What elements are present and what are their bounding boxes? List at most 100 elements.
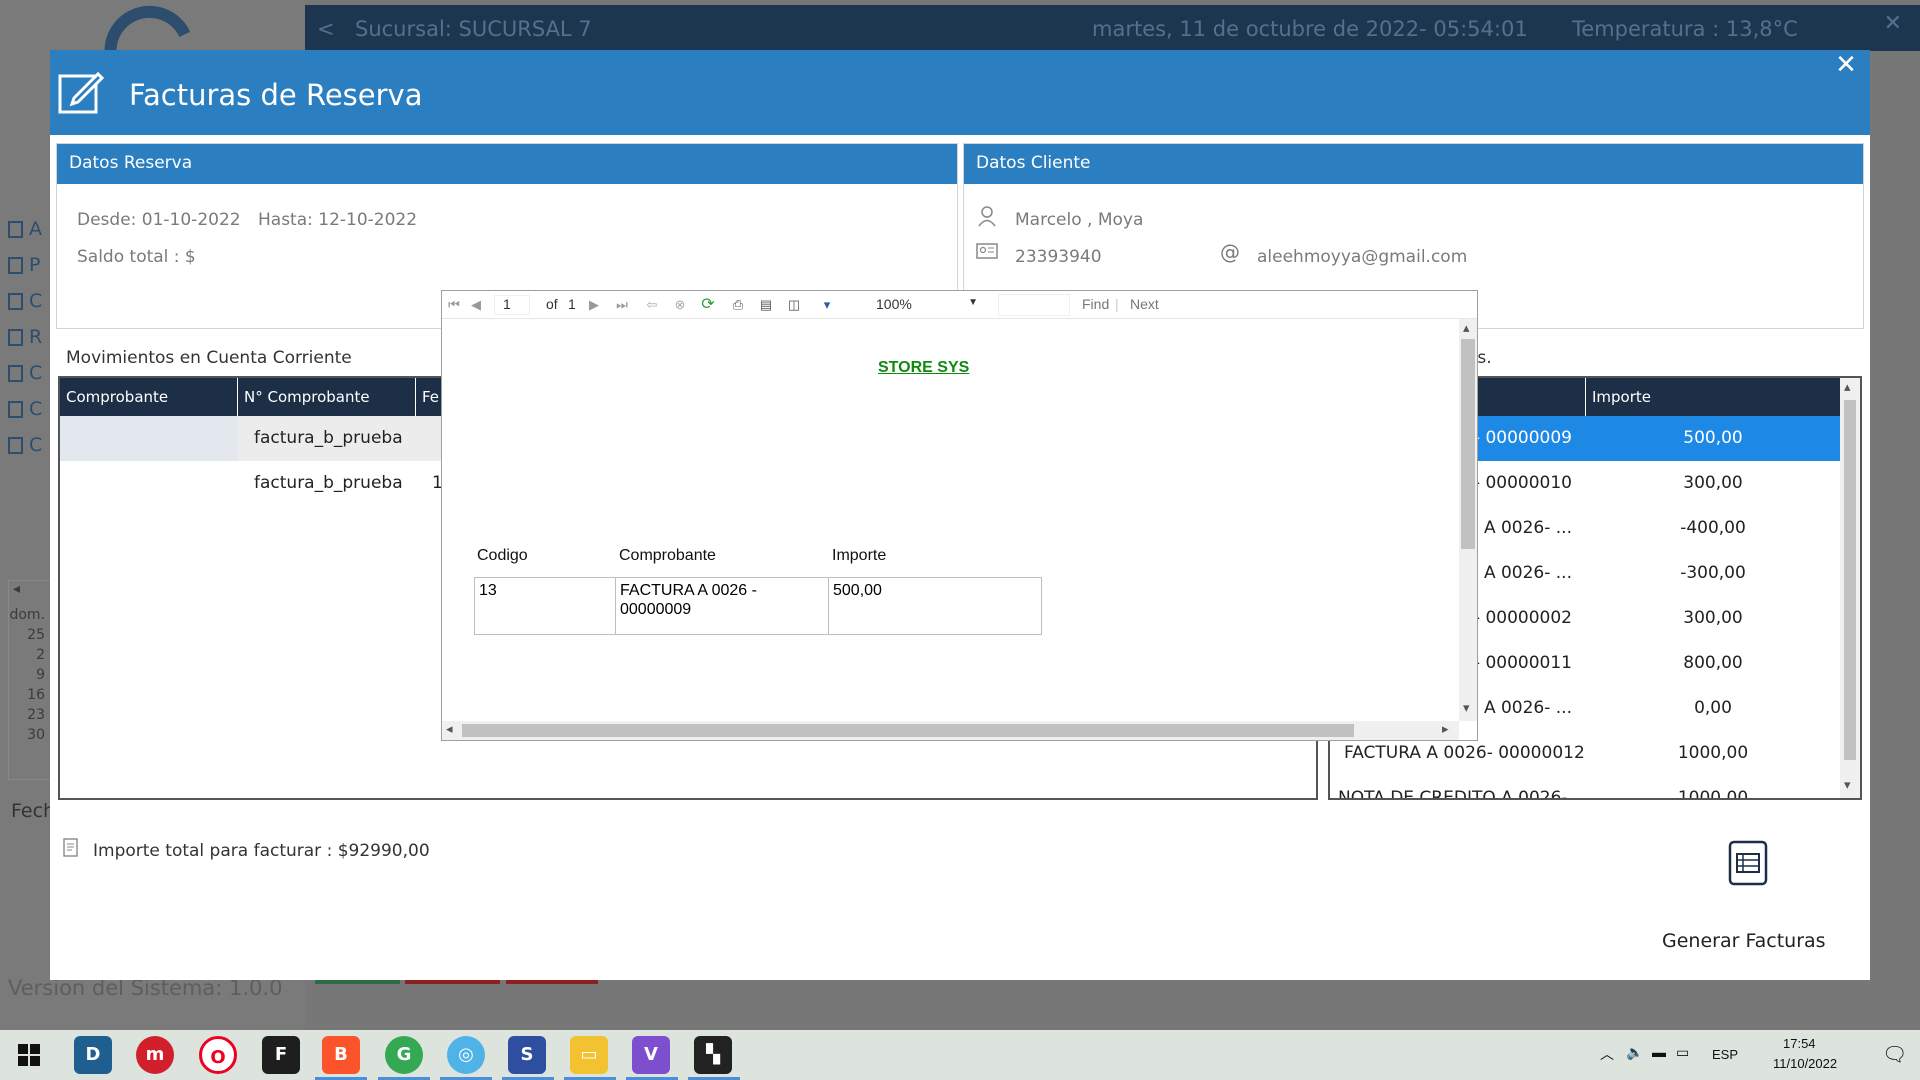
email-icon: @ [1220, 240, 1240, 264]
total-pages-label: 1 [568, 296, 576, 312]
column-header[interactable]: Comprobante [60, 378, 238, 416]
back-icon[interactable]: ⇦ [643, 296, 661, 314]
scroll-left-icon[interactable]: ◂ [446, 722, 453, 737]
cell-importe: -300,00 [1680, 563, 1746, 583]
scroll-thumb[interactable] [1461, 339, 1475, 549]
column-header[interactable]: N° Comprobante [238, 378, 416, 416]
viewer-vertical-scrollbar[interactable]: ▴ ▾ [1459, 319, 1477, 721]
calendar-day[interactable]: 16 [9, 687, 51, 707]
cell-comprobante [60, 461, 238, 506]
modal-header: Facturas de Reserva ✕ [50, 50, 1870, 135]
scroll-right-icon[interactable]: ▸ [1442, 722, 1449, 737]
browser-icon[interactable]: ◎ [447, 1036, 485, 1074]
mcafee-icon[interactable]: m [136, 1036, 174, 1074]
client-name: Marcelo , Moya [1015, 210, 1144, 230]
zoom-select[interactable]: 100% ▼ [872, 294, 982, 316]
clock-time[interactable]: 17:54 [1783, 1036, 1816, 1051]
calendar-prev-icon[interactable]: ◂ [9, 581, 51, 601]
calendar[interactable]: ◂ dom. 25 2 9 16 23 30 [8, 580, 52, 780]
page-setup-icon[interactable]: ◫ [785, 296, 803, 314]
viewer-toolbar: ⏮ ◀ 1 of 1 ▶ ⏭ ⇦ ⊗ ⟳ ⎙ ▤ ◫ ▾ 100% ▼ Find… [442, 291, 1477, 319]
chrome-icon[interactable]: G [385, 1036, 423, 1074]
battery-icon[interactable]: ▬ [1652, 1044, 1666, 1060]
temperature-label: Temperatura : 13,8°C [1572, 17, 1798, 41]
previous-page-icon[interactable]: ◀ [467, 296, 485, 314]
last-page-icon[interactable]: ⏭ [613, 296, 631, 314]
table-row[interactable]: NOTA DE CREDITO A 0026- 1000,00 [1330, 776, 1840, 798]
report-column-header: Codigo [477, 547, 528, 564]
client-dni: 23393940 [1015, 247, 1102, 267]
calendar-day[interactable]: 30 [9, 727, 51, 747]
find-input[interactable] [998, 294, 1070, 316]
calendar-day-header: dom. [9, 607, 45, 623]
page-input[interactable]: 1 [494, 295, 530, 315]
cell-importe: 300,00 [1683, 608, 1743, 628]
desde-label: Desde: 01-10-2022 [77, 210, 241, 230]
find-button[interactable]: Find [1082, 296, 1109, 312]
report-column-header: Importe [832, 547, 887, 564]
background-header: < Sucursal: SUCURSAL 7 martes, 11 de oct… [305, 5, 1920, 51]
windows-start-icon[interactable] [18, 1044, 40, 1066]
first-page-icon[interactable]: ⏮ [445, 296, 463, 314]
panel-header: Datos Reserva [57, 144, 957, 184]
cell-importe: 300,00 [1683, 473, 1743, 493]
scroll-down-icon[interactable]: ▾ [1844, 778, 1851, 793]
back-icon[interactable]: < [317, 17, 335, 41]
next-button[interactable]: Next [1130, 296, 1159, 312]
toolbar-divider: | [1115, 296, 1119, 312]
visual-studio-icon[interactable]: V [632, 1036, 670, 1074]
scroll-thumb[interactable] [462, 724, 1354, 737]
fecha-label: Fech [11, 800, 56, 822]
calendar-day[interactable]: 23 [9, 707, 51, 727]
language-indicator[interactable]: ESP [1712, 1047, 1738, 1062]
generar-facturas-button[interactable]: Generar Facturas [1662, 930, 1826, 952]
calendar-day[interactable]: 25 [9, 627, 51, 647]
cell-importe: 500,00 [1683, 428, 1743, 448]
user-icon [978, 206, 996, 227]
movimientos-title: Movimientos en Cuenta Corriente [66, 348, 352, 368]
cell-importe: 1000,00 [1677, 743, 1749, 763]
vertical-scrollbar[interactable]: ▴ ▾ [1840, 378, 1860, 798]
report-page: STORE SYS Codigo Comprobante Importe 13 … [442, 319, 1459, 721]
hasta-label: Hasta: 12-10-2022 [258, 210, 418, 230]
notifications-icon[interactable]: 🗨 [1882, 1042, 1907, 1067]
file-explorer-icon[interactable]: ▭ [570, 1036, 608, 1074]
next-page-icon[interactable]: ▶ [585, 296, 603, 314]
clock-date[interactable]: 11/10/2022 [1773, 1056, 1837, 1071]
system-tray: ︿ 🔈 ▬ ▭ ESP 17:54 11/10/2022 🗨 [1590, 1030, 1920, 1080]
cell-importe: -400,00 [1680, 518, 1746, 538]
opera-icon[interactable]: O [199, 1036, 237, 1074]
network-icon[interactable]: ▭ [1676, 1044, 1689, 1061]
cell-numero: factura_b_prueba [254, 428, 403, 448]
export-icon[interactable]: ▾ [813, 296, 841, 314]
brave-icon[interactable]: B [322, 1036, 360, 1074]
refresh-icon[interactable]: ⟳ [699, 296, 717, 314]
report-column-header: Comprobante [619, 547, 716, 564]
sql-server-icon[interactable]: S [508, 1036, 546, 1074]
volume-icon[interactable]: 🔈 [1626, 1044, 1643, 1061]
id-card-icon [976, 243, 998, 259]
viewer-horizontal-scrollbar[interactable]: ◂ ▸ [442, 721, 1459, 740]
report-viewer[interactable]: ⏮ ◀ 1 of 1 ▶ ⏭ ⇦ ⊗ ⟳ ⎙ ▤ ◫ ▾ 100% ▼ Find… [441, 290, 1478, 741]
scroll-thumb[interactable] [1844, 400, 1856, 760]
app-window-icon[interactable]: ▚ [694, 1036, 732, 1074]
close-icon[interactable]: ✕ [1884, 11, 1902, 36]
column-header[interactable]: Importe [1586, 378, 1840, 416]
close-icon[interactable]: ✕ [1830, 50, 1862, 80]
stop-icon[interactable]: ⊗ [671, 296, 689, 314]
app-icon[interactable]: D [74, 1036, 112, 1074]
client-email: aleehmoyya@gmail.com [1257, 247, 1468, 267]
calendar-day[interactable]: 9 [9, 667, 51, 687]
scroll-up-icon[interactable]: ▴ [1844, 380, 1851, 395]
invoice-icon[interactable] [1728, 840, 1768, 886]
print-layout-icon[interactable]: ▤ [757, 296, 775, 314]
calendar-day[interactable]: 2 [9, 647, 51, 667]
scroll-down-icon[interactable]: ▾ [1463, 701, 1470, 716]
cell-numero: factura_b_prueba [254, 473, 403, 493]
print-icon[interactable]: ⎙ [729, 296, 747, 314]
chevron-up-icon[interactable]: ︿ [1600, 1044, 1614, 1064]
facturas-reserva-modal: Facturas de Reserva ✕ Datos Reserva Desd… [50, 50, 1870, 980]
modal-title: Facturas de Reserva [129, 78, 423, 112]
figma-icon[interactable]: F [262, 1036, 300, 1074]
scroll-up-icon[interactable]: ▴ [1463, 321, 1470, 336]
